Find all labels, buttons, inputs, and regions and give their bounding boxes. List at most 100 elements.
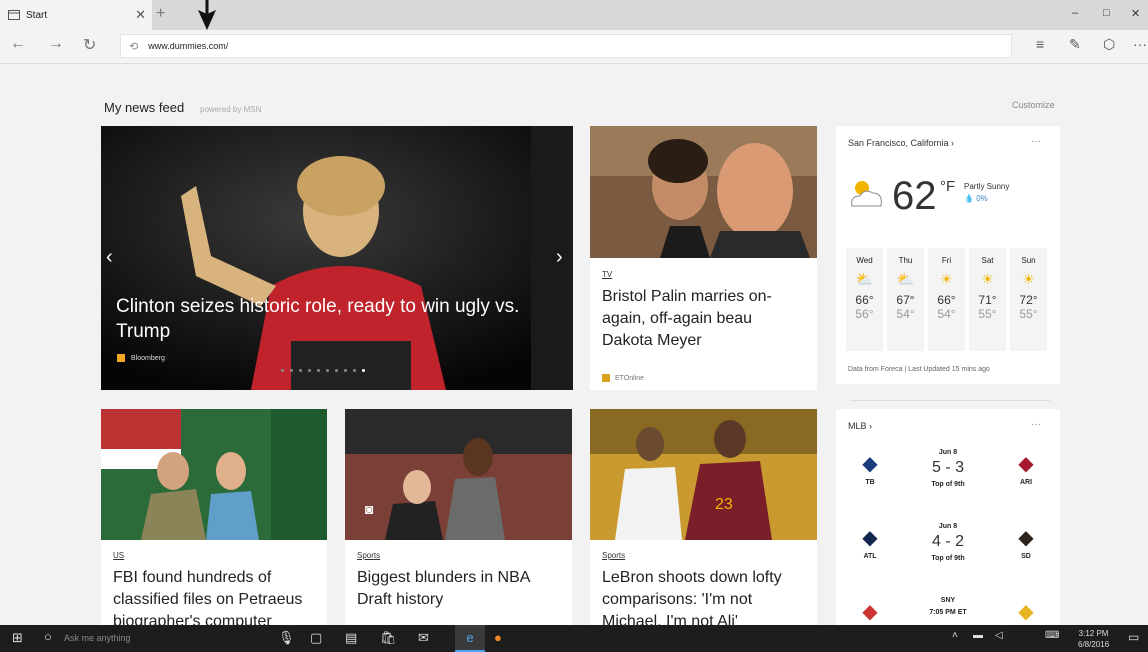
carousel-dot[interactable] xyxy=(299,369,302,372)
story-headline[interactable]: Biggest blunders in NBA Draft history xyxy=(357,567,562,611)
story-kicker[interactable]: Sports xyxy=(602,551,625,560)
story-photo xyxy=(590,126,817,258)
camera-icon: ◙ xyxy=(365,501,374,517)
new-tab-button[interactable]: + xyxy=(156,5,165,23)
carousel-dot[interactable] xyxy=(362,369,365,372)
carousel-dot[interactable] xyxy=(326,369,329,372)
store-icon[interactable]: 🛍 xyxy=(380,630,397,646)
forecast-day[interactable]: Sat ☀ 71° 55° xyxy=(969,248,1006,351)
game-date: SNY xyxy=(940,597,956,604)
carousel-prev-icon[interactable]: ‹ xyxy=(106,246,113,269)
microphone-icon[interactable]: 🎙 xyxy=(278,630,295,646)
hero-source: Bloomberg xyxy=(117,354,165,362)
refresh-icon[interactable]: ↻ xyxy=(83,35,96,55)
forecast-day[interactable]: Wed ⛅ 66° 56° xyxy=(846,248,883,351)
mlb-card[interactable]: MLB › ··· ◆ ◆ TB ARI Jun 8 5 - 3 Top of 9th ◆ ◆ A… xyxy=(836,409,1060,625)
story-card[interactable]: US FBI found hundreds of classified file… xyxy=(101,409,327,625)
cortana-icon[interactable]: ○ xyxy=(44,629,52,644)
notification-icon[interactable]: ▭ xyxy=(1128,630,1139,644)
story-card[interactable]: ◙ Sports Biggest blunders in NBA Draft h… xyxy=(345,409,572,625)
partly-sunny-icon xyxy=(851,181,882,207)
mlb-title[interactable]: MLB › xyxy=(848,421,872,431)
svg-text:23: 23 xyxy=(715,496,733,513)
story-headline[interactable]: Bristol Palin marries on-again, off-agai… xyxy=(602,286,807,352)
share-icon[interactable]: ⬡ xyxy=(1103,36,1115,53)
team-logo-icon: ◆ xyxy=(1018,601,1034,623)
story-kicker[interactable]: TV xyxy=(602,270,612,279)
story-headline[interactable]: LeBron shoots down lofty comparisons: 'I… xyxy=(602,567,812,625)
volume-icon[interactable]: ◁ xyxy=(995,630,1003,641)
weather-condition: Partly Sunny xyxy=(964,182,1010,191)
tray-chevron-icon[interactable]: ˄ xyxy=(952,630,958,641)
start-icon[interactable]: ⊞ xyxy=(12,630,23,646)
game-status: 7:05 PM ET xyxy=(929,609,967,616)
game-status: Top of 9th xyxy=(931,481,965,488)
story-card[interactable]: TV Bristol Palin marries on-again, off-a… xyxy=(590,126,817,390)
carousel-dot[interactable] xyxy=(344,369,347,372)
carousel-dot[interactable] xyxy=(290,369,293,372)
task-view-icon[interactable]: ▢ xyxy=(310,630,322,646)
search-input[interactable]: Ask me anything xyxy=(64,633,131,643)
story-kicker[interactable]: US xyxy=(113,551,124,560)
taskbar: ⊞ ○ Ask me anything 🎙 ▢ ▤ 🛍 ✉ e ● ˄ ▬ ◁ … xyxy=(0,625,1148,652)
hero-carousel[interactable]: ‹ › Clinton seizes historic role, ready … xyxy=(101,126,573,390)
start-page: My news feed powered by MSN Customize ‹ … xyxy=(0,64,1148,625)
address-bar: ← → ↻ ⟲ www.dummies.com/ ≡ ✎ ⬡ ··· xyxy=(0,31,1148,61)
network-icon[interactable]: ▬ xyxy=(973,630,983,641)
home-team: ARI xyxy=(1019,479,1033,486)
carousel-dot[interactable] xyxy=(308,369,311,372)
game-row[interactable]: ◆ ◆ SNY 7:05 PM ET xyxy=(836,597,1060,625)
mail-icon[interactable]: ✉ xyxy=(418,630,429,646)
forecast-high: 72° xyxy=(1019,293,1038,307)
partly-cloudy-icon: ⛅ xyxy=(855,271,874,287)
divider xyxy=(850,400,1050,401)
carousel-dot[interactable] xyxy=(317,369,320,372)
firefox-icon[interactable]: ● xyxy=(494,630,502,645)
carousel-dot[interactable] xyxy=(353,369,356,372)
hero-headline[interactable]: Clinton seizes historic role, ready to w… xyxy=(116,294,556,344)
web-note-icon[interactable]: ✎ xyxy=(1069,36,1081,53)
forecast-row: Wed ⛅ 66° 56° Thu ⛅ 67° 54° Fri ☀ 66° 54° Sat ☀ 71° 55°… xyxy=(846,248,1047,351)
weather-more-icon[interactable]: ··· xyxy=(1031,136,1041,147)
customize-link[interactable]: Customize xyxy=(1012,100,1055,110)
forward-icon[interactable]: → xyxy=(48,35,64,53)
close-tab-icon[interactable]: ✕ xyxy=(135,7,146,23)
weather-location[interactable]: San Francisco, California › xyxy=(848,138,954,148)
story-headline[interactable]: FBI found hundreds of classified files o… xyxy=(113,567,323,625)
hero-source-name: Bloomberg xyxy=(131,354,165,362)
forecast-high: 67° xyxy=(896,293,915,307)
forecast-low: 55° xyxy=(1019,307,1038,321)
clock[interactable]: 3:12 PM 6/8/2016 xyxy=(1078,628,1109,650)
game-score: 4 - 2 xyxy=(931,533,964,550)
tab-start[interactable]: Start ✕ xyxy=(0,0,152,30)
maximize-button[interactable]: □ xyxy=(1103,7,1110,19)
weather-card[interactable]: San Francisco, California › ··· 62 °F Pa… xyxy=(836,126,1060,384)
file-explorer-icon[interactable]: ▤ xyxy=(345,630,357,646)
browser-chrome: Start ✕ + – □ ✕ ← → ↻ ⟲ www.dummies.com/… xyxy=(0,0,1148,64)
game-status: Top of 9th xyxy=(931,555,965,562)
game-row[interactable]: ◆ ◆ ATL SD Jun 8 4 - 2 Top of 9th xyxy=(836,523,1060,591)
back-icon[interactable]: ← xyxy=(10,35,26,53)
game-row[interactable]: ◆ ◆ TB ARI Jun 8 5 - 3 Top of 9th xyxy=(836,449,1060,517)
hub-icon[interactable]: ≡ xyxy=(1036,36,1044,52)
keyboard-icon[interactable]: ⌨ xyxy=(1045,630,1059,641)
forecast-day[interactable]: Fri ☀ 66° 54° xyxy=(928,248,965,351)
url-field[interactable]: ⟲ www.dummies.com/ xyxy=(120,34,1012,58)
mlb-more-icon[interactable]: ··· xyxy=(1031,419,1041,430)
forecast-day-label: Sat xyxy=(981,256,994,265)
carousel-dot[interactable] xyxy=(335,369,338,372)
carousel-dot[interactable] xyxy=(281,369,284,372)
carousel-dots[interactable] xyxy=(281,369,365,372)
story-card[interactable]: 23 Sports LeBron shoots down lofty compa… xyxy=(590,409,817,625)
game-score: 5 - 3 xyxy=(931,459,964,476)
story-photo xyxy=(345,409,572,540)
edge-icon[interactable]: e xyxy=(455,625,485,652)
minimize-button[interactable]: – xyxy=(1072,7,1078,19)
forecast-day[interactable]: Sun ☀ 72° 55° xyxy=(1010,248,1047,351)
team-logo-icon: ◆ xyxy=(862,453,878,475)
carousel-next-icon[interactable]: › xyxy=(556,246,563,269)
more-icon[interactable]: ··· xyxy=(1133,36,1147,52)
close-window-button[interactable]: ✕ xyxy=(1131,7,1140,20)
forecast-day[interactable]: Thu ⛅ 67° 54° xyxy=(887,248,924,351)
story-kicker[interactable]: Sports xyxy=(357,551,380,560)
